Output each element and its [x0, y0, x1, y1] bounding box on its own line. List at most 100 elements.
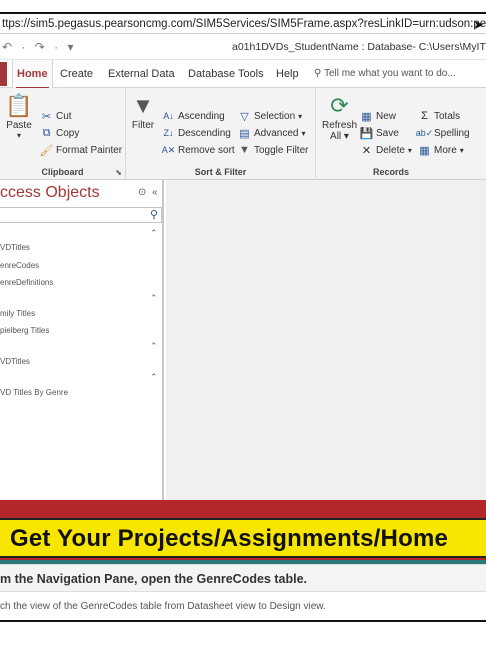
toggle-filter-button[interactable]: ▼ Toggle Filter — [238, 142, 308, 158]
cut-button[interactable]: ✂ Cut — [40, 108, 72, 124]
promo-banner-strip: Get Your Projects/Assignments/Home — [0, 518, 486, 558]
collapse-group-icon[interactable]: ⌃ — [150, 293, 158, 304]
navigation-pane: ccess Objects ⊙ « ⚲ ⌃ VDTitles enreCodes… — [0, 180, 164, 500]
nav-pane-header: ccess Objects ⊙ « — [0, 180, 164, 206]
tab-database-tools[interactable]: Database Tools — [184, 60, 268, 88]
spelling-button[interactable]: ab✓ Spelling — [415, 125, 470, 141]
mouse-cursor-icon: ➤ — [473, 17, 484, 32]
nav-object-item[interactable]: mily Titles — [0, 309, 35, 318]
nav-pane-title[interactable]: ccess Objects — [0, 184, 100, 202]
screenshot-frame: ttps://sim5.pegasus.pearsoncmg.com/SIM5S… — [0, 12, 486, 622]
advanced-button[interactable]: ▤ Advanced ▾ — [238, 125, 305, 141]
nav-object-item[interactable]: enreDefinitions — [0, 278, 53, 287]
copy-icon: ⧉ — [42, 126, 51, 139]
browser-address-bar[interactable]: ttps://sim5.pegasus.pearsoncmg.com/SIM5S… — [0, 14, 486, 34]
promo-banner-text: Get Your Projects/Assignments/Home — [10, 525, 449, 552]
tab-home[interactable]: Home — [12, 60, 53, 89]
paste-label: Paste — [6, 120, 32, 131]
nav-object-item[interactable]: VDTitles — [0, 357, 30, 366]
descending-button[interactable]: Z↓ Descending — [162, 125, 231, 141]
spelling-label: Spelling — [434, 127, 470, 139]
refresh-label: Refresh — [322, 120, 358, 131]
advanced-filter-icon: ▤ — [239, 127, 250, 140]
shutter-bar-close-icon[interactable]: « — [152, 187, 158, 198]
totals-label: Totals — [434, 110, 461, 122]
nav-search-input[interactable]: ⚲ — [0, 207, 162, 223]
file-tab[interactable] — [0, 62, 7, 86]
clipboard-group-label: Clipboard — [41, 167, 84, 177]
address-url: ttps://sim5.pegasus.pearsoncmg.com/SIM5S… — [2, 18, 486, 30]
records-group: ⟳ Refresh All ▾ ▦ New 💾 Save ✕ Delete ▾ … — [316, 88, 486, 180]
more-button[interactable]: ▦ More ▾ — [418, 142, 464, 158]
tell-me-text: Tell me what you want to do... — [323, 68, 456, 79]
save-disk-icon: 💾 — [359, 127, 374, 140]
advanced-label: Advanced — [254, 127, 299, 139]
dialog-launcher-icon[interactable]: ⬊ — [115, 168, 122, 177]
task-instruction-next: ch the view of the GenreCodes table from… — [0, 592, 486, 620]
collapse-group-icon[interactable]: ⌃ — [150, 228, 158, 239]
remove-sort-icon: A✕ — [161, 144, 176, 155]
tab-create[interactable]: Create — [56, 60, 97, 88]
sort-ascending-icon: A↓ — [163, 111, 174, 121]
more-grid-icon: ▦ — [419, 144, 430, 157]
document-work-area — [166, 180, 486, 500]
delete-label: Delete — [376, 144, 405, 156]
tab-external-data[interactable]: External Data — [104, 60, 179, 88]
totals-button[interactable]: Σ Totals — [418, 108, 460, 124]
document-title: a01h1DVDs_StudentName : Database- C:\Use… — [232, 41, 486, 53]
task-instruction-bar: m the Navigation Pane, open the GenreCod… — [0, 564, 486, 592]
nav-object-item[interactable]: enreCodes — [0, 261, 39, 270]
search-icon: ⚲ — [314, 68, 322, 79]
nav-object-item[interactable]: VDTitles — [0, 243, 30, 252]
access-title-bar: ↶ · ↷ · ▾ a01h1DVDs_StudentName : Databa… — [0, 34, 486, 60]
selection-label: Selection — [254, 110, 296, 122]
task-instruction-step1: m the Navigation Pane, open the GenreCod… — [0, 572, 308, 586]
nav-object-item[interactable]: VD Titles By Genre — [0, 388, 68, 397]
clipboard-group: 📋 Paste ▾ ✂ Cut ⧉ Copy 🖌 Format Painter … — [0, 88, 126, 180]
new-record-icon: ▦ — [361, 110, 372, 123]
descending-label: Descending — [178, 127, 231, 139]
delete-x-icon: ✕ — [361, 144, 372, 157]
format-painter-button[interactable]: 🖌 Format Painter — [39, 142, 123, 158]
quick-access-toolbar[interactable]: ↶ · ↷ · ▾ — [2, 34, 76, 59]
new-label: New — [376, 110, 397, 122]
toggle-filter-icon: ▼ — [239, 144, 250, 156]
records-group-label: Records — [372, 167, 409, 177]
remove-sort-label: Remove sort — [178, 144, 235, 156]
copy-button[interactable]: ⧉ Copy — [40, 125, 80, 141]
paintbrush-icon: 🖌 — [39, 144, 54, 157]
tell-me-search[interactable]: ⚲ Tell me what you want to do... — [314, 60, 456, 88]
paste-icon: 📋 — [5, 93, 33, 118]
refresh-all-button[interactable]: ⟳ Refresh All ▾ — [322, 92, 357, 142]
sort-filter-group-label: Sort & Filter — [194, 167, 247, 177]
collapse-group-icon[interactable]: ⌃ — [150, 341, 158, 352]
selection-filter-icon: ▽ — [240, 110, 249, 123]
spelling-check-icon: ab✓ — [415, 127, 434, 138]
filter-label: Filter — [131, 120, 155, 131]
refresh-all-label: All ▾ — [330, 131, 349, 142]
format-painter-label: Format Painter — [56, 144, 123, 156]
nav-menu-chevron-icon[interactable]: ⊙ — [138, 187, 146, 198]
paste-button[interactable]: 📋 Paste ▾ — [5, 92, 33, 140]
promo-banner: Get Your Projects/Assignments/Home — [0, 500, 486, 564]
nav-object-item[interactable]: pielberg Titles — [0, 326, 49, 335]
toggle-filter-label: Toggle Filter — [254, 144, 309, 156]
collapse-group-icon[interactable]: ⌃ — [150, 372, 158, 383]
filter-funnel-icon: ▼ — [132, 93, 154, 118]
task-instruction-step2: ch the view of the GenreCodes table from… — [0, 601, 326, 612]
sort-descending-icon: Z↓ — [163, 128, 174, 138]
tab-help[interactable]: Help — [272, 60, 303, 88]
sort-filter-group: ▼ Filter A↓ Ascending Z↓ Descending A✕ R… — [126, 88, 316, 180]
refresh-icon: ⟳ — [330, 93, 349, 118]
new-record-button[interactable]: ▦ New — [360, 108, 396, 124]
remove-sort-button[interactable]: A✕ Remove sort — [162, 142, 235, 158]
selection-button[interactable]: ▽ Selection ▾ — [238, 108, 302, 124]
ascending-button[interactable]: A↓ Ascending — [162, 108, 225, 124]
ascending-label: Ascending — [178, 110, 225, 122]
filter-button[interactable]: ▼ Filter — [130, 92, 156, 131]
more-label: More — [434, 144, 457, 156]
ribbon-tab-row: Home Create External Data Database Tools… — [0, 60, 486, 89]
save-record-button[interactable]: 💾 Save — [360, 125, 399, 141]
save-label: Save — [376, 127, 399, 139]
delete-record-button[interactable]: ✕ Delete ▾ — [360, 142, 412, 158]
